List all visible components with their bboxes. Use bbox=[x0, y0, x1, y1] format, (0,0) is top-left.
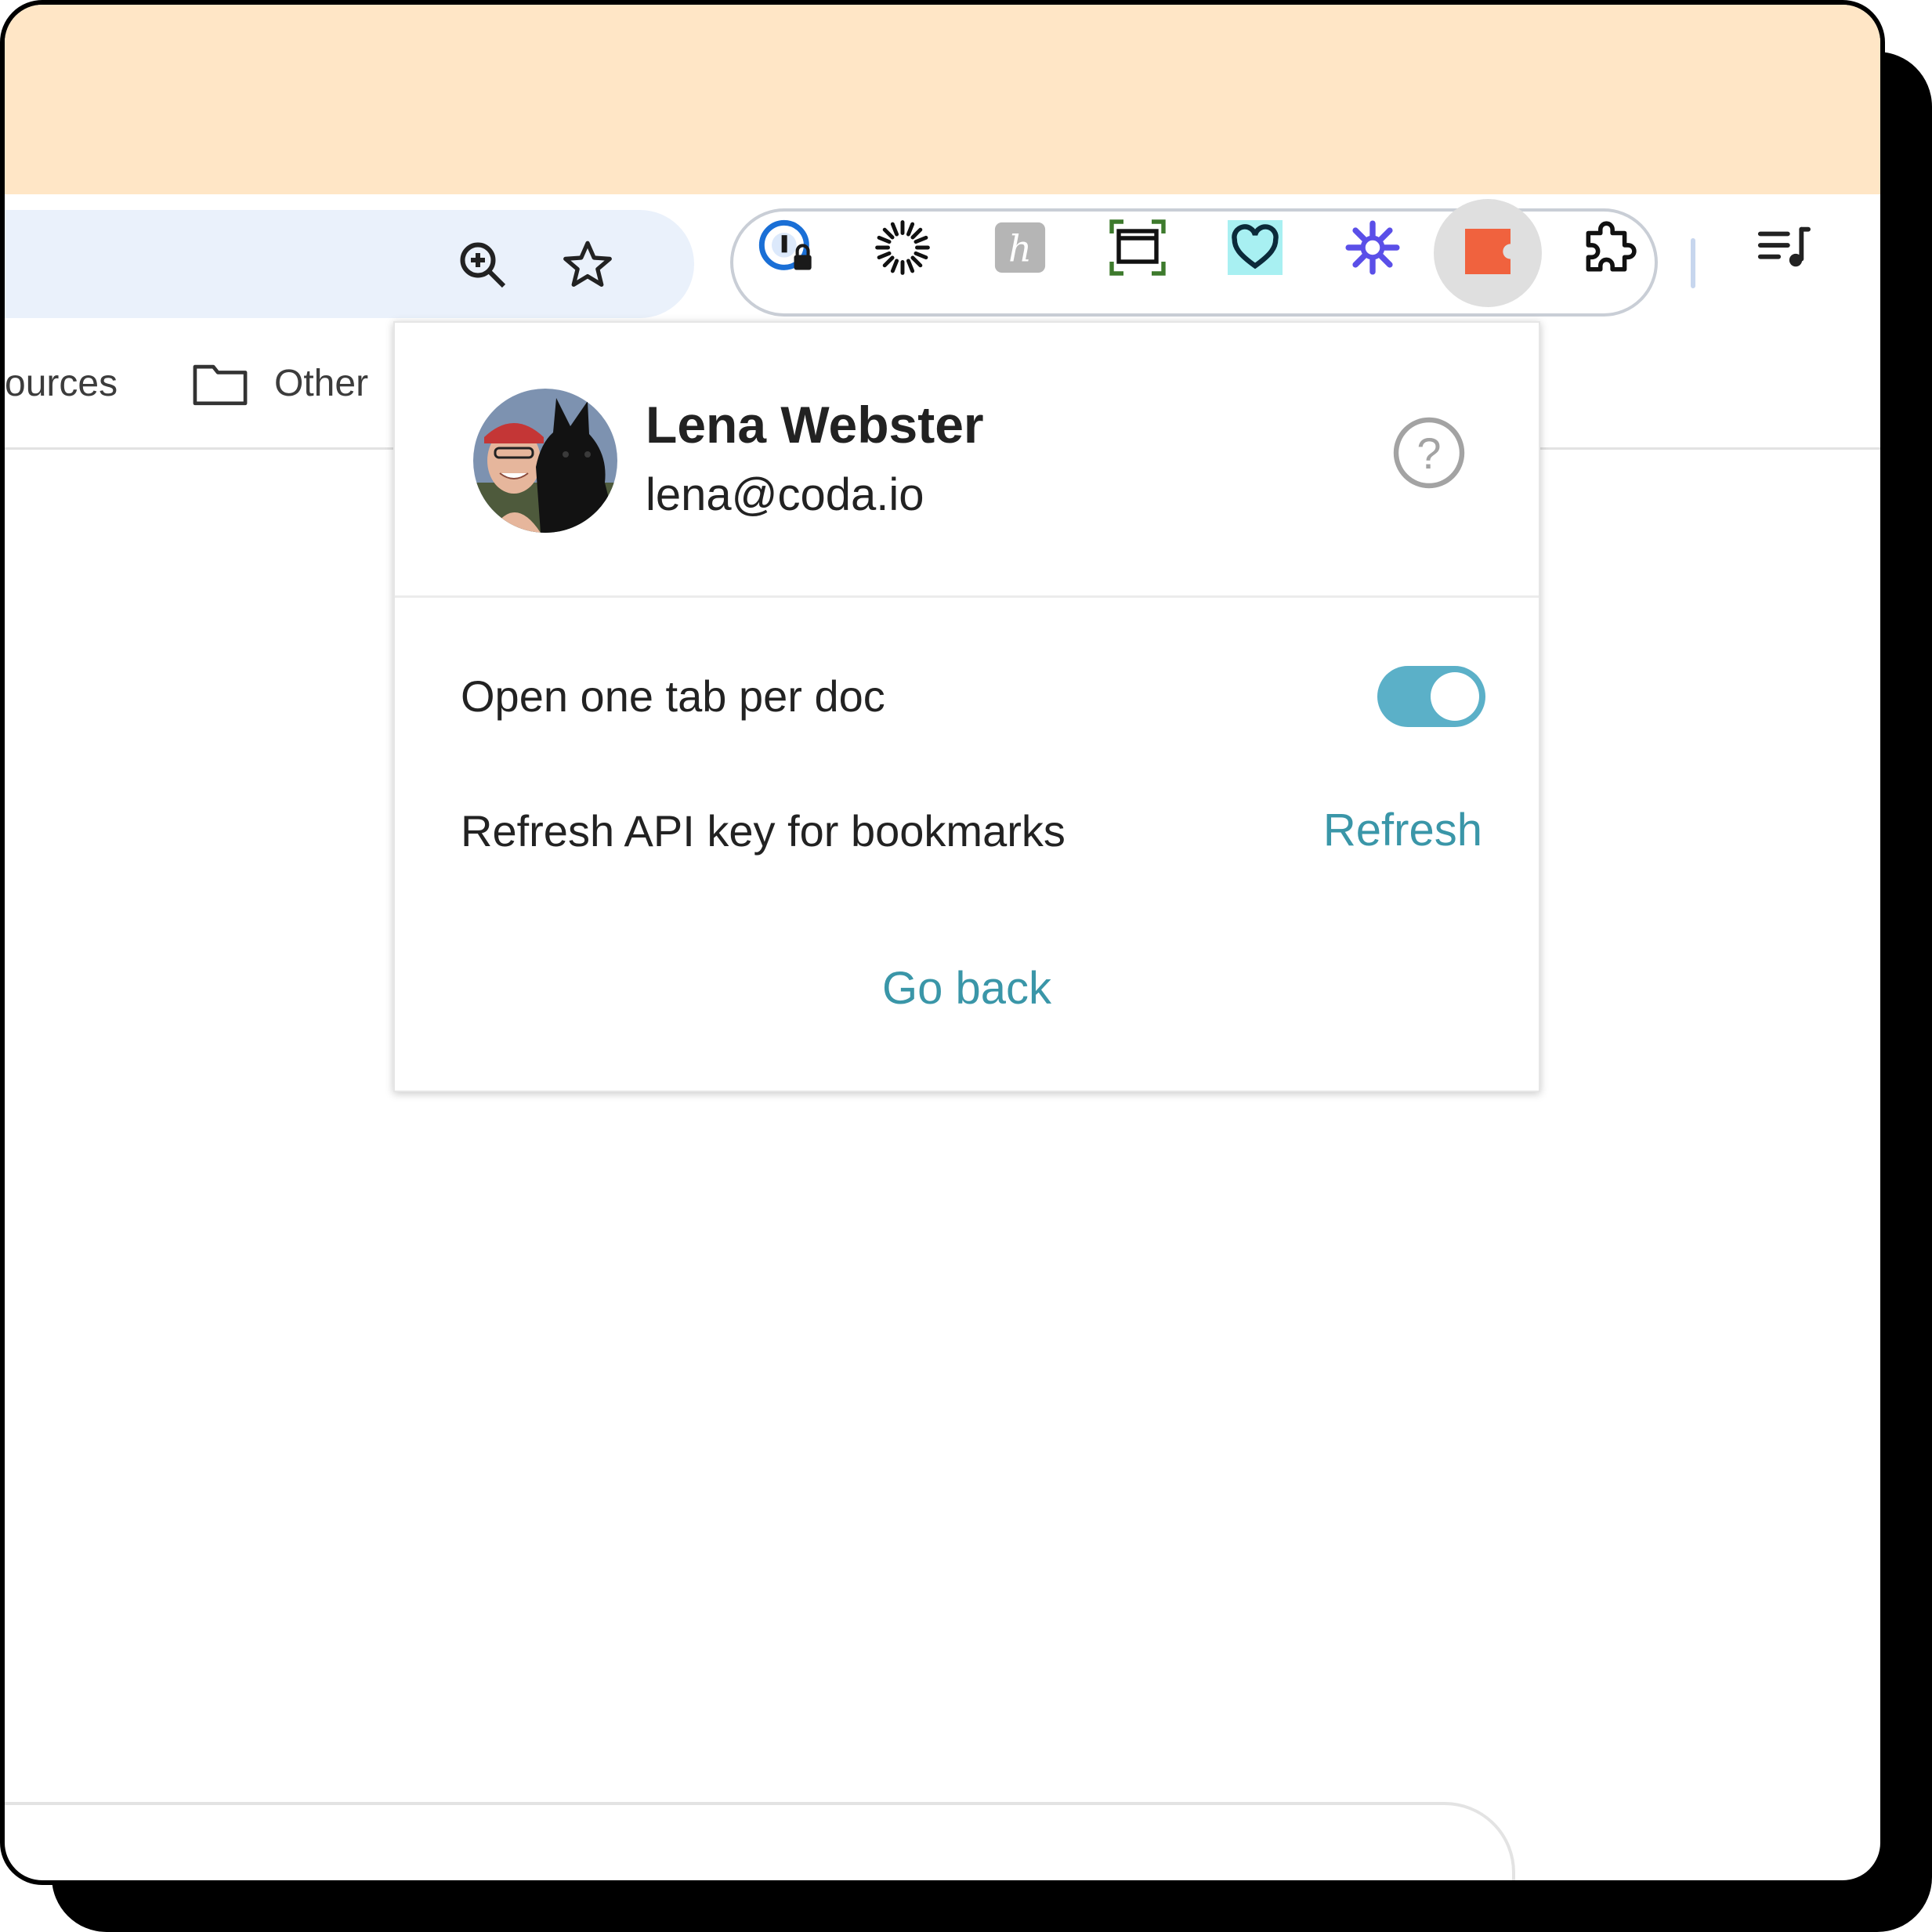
sunburst-icon[interactable] bbox=[865, 210, 940, 285]
address-bar[interactable] bbox=[5, 210, 694, 318]
help-circle-icon[interactable]: ? bbox=[1391, 415, 1467, 490]
toolbar-separator bbox=[1691, 238, 1695, 288]
honey-h-icon[interactable]: h bbox=[982, 210, 1058, 285]
browser-window: h ources Other Lena Webster lena@coda.io… bbox=[0, 0, 1885, 1885]
go-back-link[interactable]: Go back bbox=[395, 962, 1539, 1015]
password-manager-icon[interactable] bbox=[749, 210, 824, 285]
refresh-link[interactable]: Refresh bbox=[1323, 804, 1482, 856]
browser-titlebar bbox=[5, 5, 1880, 194]
popup-divider bbox=[395, 595, 1539, 598]
coda-icon bbox=[1465, 228, 1511, 278]
refresh-api-label: Refresh API key for bookmarks bbox=[461, 806, 1065, 856]
coda-extension-popup: Lena Webster lena@coda.io ? Open one tab… bbox=[393, 321, 1540, 1092]
puzzle-piece-icon[interactable] bbox=[1570, 210, 1645, 285]
asterisk-icon[interactable] bbox=[1335, 210, 1410, 285]
heart-icon[interactable] bbox=[1217, 210, 1293, 285]
toggle-knob bbox=[1431, 672, 1479, 721]
star-icon[interactable] bbox=[548, 226, 627, 304]
bookmark-folder-other[interactable]: Other bbox=[274, 362, 368, 405]
coda-extension-button[interactable] bbox=[1434, 199, 1542, 307]
folder-icon bbox=[193, 362, 248, 410]
user-name: Lena Webster bbox=[646, 396, 984, 454]
svg-text:?: ? bbox=[1416, 429, 1441, 478]
page-card bbox=[5, 1802, 1515, 1880]
open-one-tab-toggle[interactable] bbox=[1377, 666, 1485, 727]
media-queue-icon[interactable] bbox=[1746, 210, 1821, 285]
svg-text:h: h bbox=[1008, 229, 1032, 271]
browser-toolbar: h bbox=[5, 194, 1880, 324]
user-email: lena@coda.io bbox=[646, 469, 924, 520]
screen-capture-icon[interactable] bbox=[1100, 210, 1175, 285]
bookmark-item[interactable]: ources bbox=[5, 362, 118, 405]
open-one-tab-label: Open one tab per doc bbox=[461, 671, 885, 721]
avatar bbox=[473, 389, 617, 533]
zoom-in-icon[interactable] bbox=[443, 226, 522, 304]
